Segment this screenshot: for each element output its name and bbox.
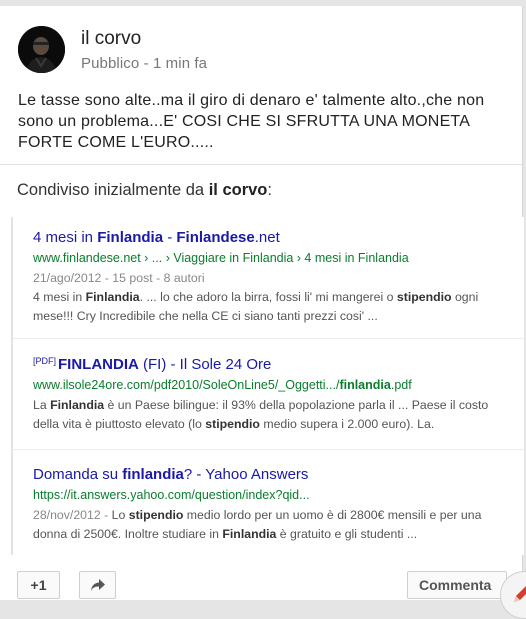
result-title[interactable]: [PDF] FINLANDIA (FI) - Il Sole 24 Ore (33, 356, 513, 373)
shared-author[interactable]: il corvo (209, 181, 268, 199)
result-separator (13, 449, 524, 450)
action-bar: +1 Commenta (0, 557, 522, 606)
result-url[interactable]: https://it.answers.yahoo.com/question/in… (33, 488, 513, 502)
pdf-tag: [PDF] (33, 356, 57, 366)
post-text: Le tasse sono alte..ma il giro di denaro… (18, 92, 485, 151)
shared-header: Condiviso inizialmente da il corvo: (17, 181, 272, 200)
divider (0, 164, 522, 165)
result-url[interactable]: www.finlandese.net › ... › Viaggiare in … (33, 251, 513, 265)
result-separator (13, 338, 524, 339)
search-result: Domanda su finlandia? - Yahoo Answers ht… (33, 466, 513, 544)
shared-content: 4 mesi in Finlandia - Finlandese.net www… (11, 217, 524, 555)
shared-prefix: Condiviso inizialmente da (17, 181, 209, 199)
result-snippet: 28/nov/2012 - Lo stipendio medio lordo p… (33, 508, 482, 541)
result-snippet: La Finlandia è un Paese bilingue: il 93%… (33, 398, 489, 431)
share-button[interactable] (79, 571, 116, 599)
result-snippet: 21/ago/2012 - 15 post - 8 autori 4 mesi i… (33, 271, 479, 323)
result-title[interactable]: Domanda su finlandia? - Yahoo Answers (33, 466, 513, 483)
post-meta: Pubblico - 1 min fa (81, 55, 208, 72)
shared-suffix: : (267, 181, 272, 199)
result-title[interactable]: 4 mesi in Finlandia - Finlandese.net (33, 229, 513, 246)
pencil-icon (514, 586, 526, 602)
post-card: il corvo Pubblico - 1 min fa Le tasse so… (0, 6, 524, 600)
search-result: [PDF] FINLANDIA (FI) - Il Sole 24 Ore www… (33, 356, 513, 434)
comment-button[interactable]: Commenta (407, 571, 507, 599)
result-url[interactable]: www.ilsole24ore.com/pdf2010/SoleOnLine5/… (33, 378, 513, 392)
author-name[interactable]: il corvo (81, 28, 141, 50)
avatar-image (18, 26, 65, 73)
plus-one-button[interactable]: +1 (17, 571, 60, 599)
avatar[interactable] (18, 26, 65, 73)
search-result: 4 mesi in Finlandia - Finlandese.net www… (33, 229, 513, 326)
share-arrow-icon (90, 579, 105, 591)
